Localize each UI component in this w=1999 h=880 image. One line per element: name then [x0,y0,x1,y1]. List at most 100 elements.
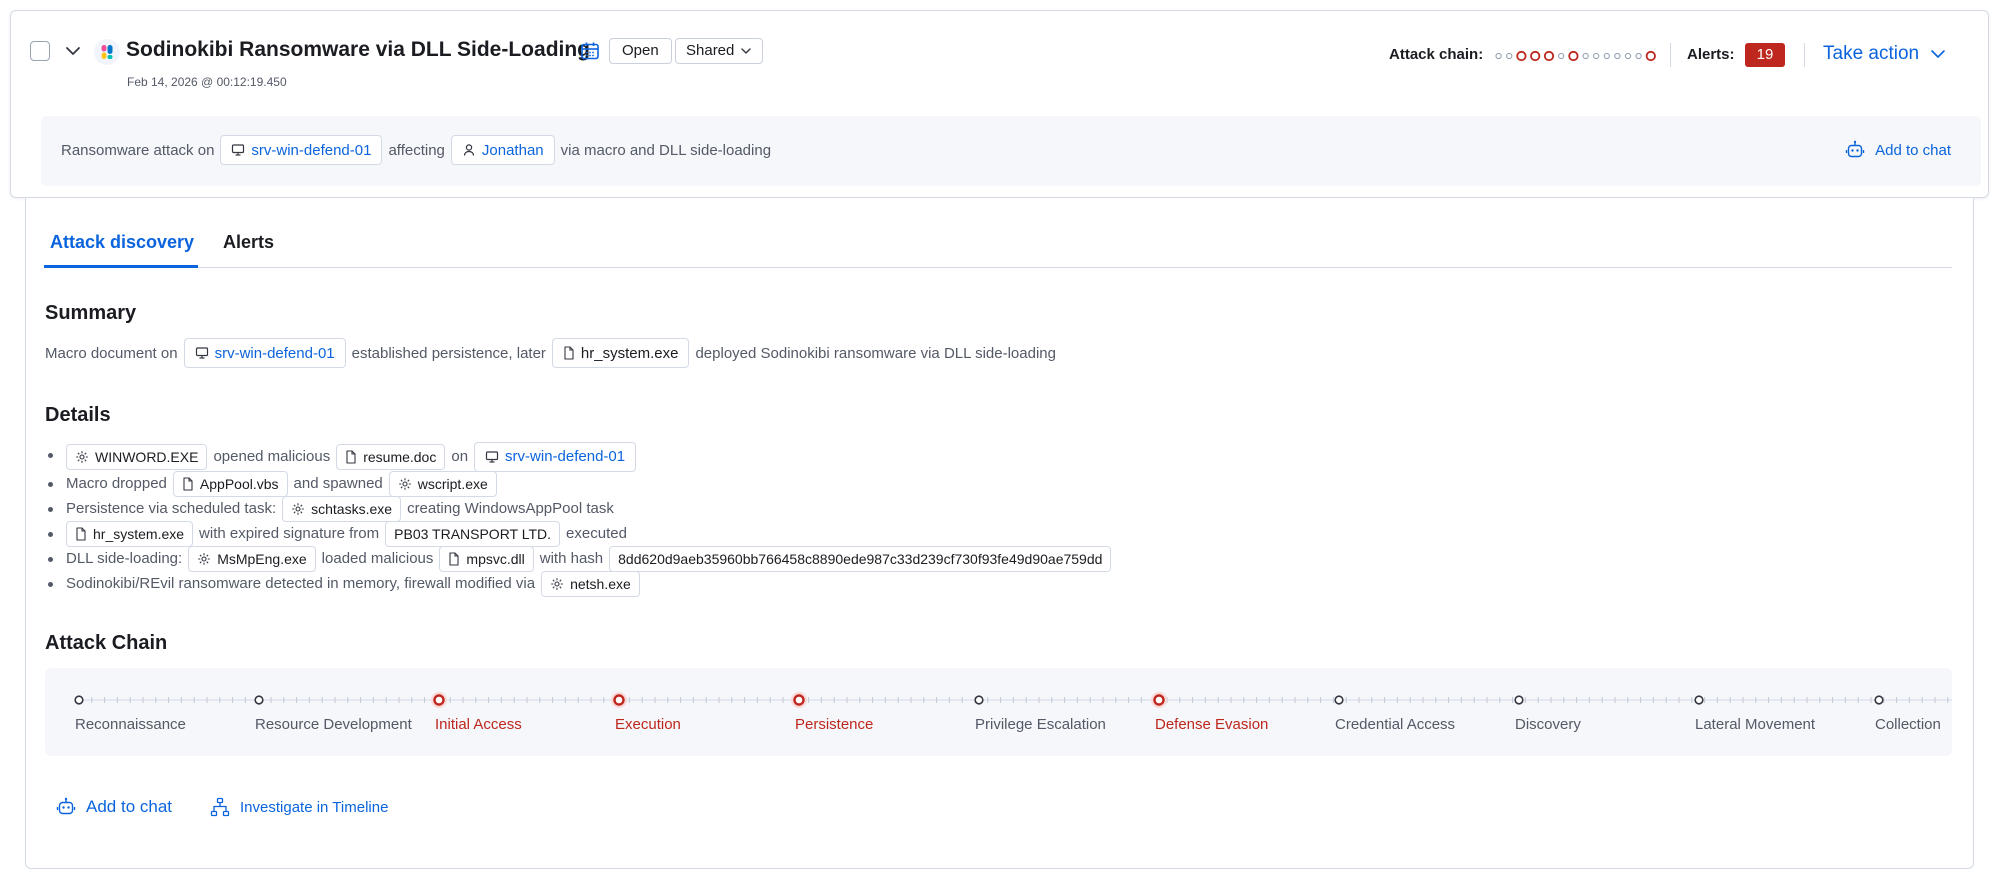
tactic-label: Discovery [1515,716,1581,733]
file-icon [449,551,459,566]
add-to-chat-button[interactable]: Add to chat [1845,140,1951,160]
file-chip[interactable]: mpsvc.dll [439,545,534,572]
file-chip[interactable]: resume.doc [336,443,446,470]
tactic-label: Execution [615,716,681,733]
mini-tactic [1506,52,1513,60]
monitor-icon [485,450,499,463]
gear-icon [292,502,304,515]
tactic-node-detected[interactable] [1153,694,1165,706]
mini-tactic [1558,52,1565,60]
gear-icon [398,477,411,490]
process-chip[interactable]: MsMpEng.exe [188,545,316,572]
host-chip[interactable]: srv-win-defend-01 [183,338,346,368]
gear-icon [198,552,210,565]
alerts-count-badge[interactable]: 19 [1745,43,1785,67]
monitor-icon [232,144,245,156]
detail-text: DLL side-loading: [66,550,183,567]
attack-chain-label: Attack chain: [1389,46,1484,63]
file-icon [346,449,356,464]
summary-text: affecting [388,141,445,159]
mini-tactic-detected [1543,50,1555,62]
user-chip[interactable]: Jonathan [450,135,555,165]
detail-text: creating WindowsAppPool task [407,500,614,517]
detail-text: on [451,448,469,465]
status-badge[interactable]: Open [609,38,672,64]
detail-text: opened malicious [213,448,331,465]
add-to-chat-label: Add to chat [86,797,173,816]
attack-discovery-header-card: Sodinokibi Ransomware via DLL Side-Loadi… [10,10,1989,198]
tactic-node[interactable] [1334,695,1344,705]
tactic-node[interactable] [1694,695,1704,705]
summary-text: deployed Sodinokibi ransomware via DLL s… [695,344,1056,362]
gear-icon [551,577,563,590]
timeline-icon [210,797,230,817]
process-name: WINWORD.EXE [95,448,199,465]
tactic-label: Lateral Movement [1695,716,1816,733]
tactic-node[interactable] [74,695,84,705]
host-name: srv-win-defend-01 [251,141,372,159]
process-name: netsh.exe [570,575,631,592]
tactic-label: Initial Access [435,716,522,733]
calendar-icon [581,42,599,60]
take-action-label: Take action [1823,43,1920,64]
tactic-label: Credential Access [1335,716,1456,733]
mini-tactic-detected [1530,50,1541,62]
process-chip[interactable]: WINWORD.EXE [66,443,208,470]
tactic-node[interactable] [974,695,984,705]
host-chip[interactable]: srv-win-defend-01 [220,135,383,165]
attack-chain: Reconnaissance Resource Development Initia… [45,668,1952,756]
user-name: Jonathan [481,141,544,159]
tactic-label: Defense Evasion [1155,716,1269,733]
select-checkbox[interactable] [30,41,50,61]
file-name: resume.doc [363,448,437,465]
add-to-chat-button[interactable]: Add to chat [56,797,172,817]
attack-chain-mini-indicator [1495,50,1656,62]
tab-attack-discovery[interactable]: Attack discovery [50,232,194,253]
gear-icon [76,450,88,463]
tab-bar: Attack discovery Alerts [44,218,1952,268]
chevron-down-icon [741,48,752,54]
detail-text: with expired signature from [199,525,380,542]
details-list: WINWORD.EXE opened malicious resume.doc … [48,441,1112,597]
add-to-chat-label: Add to chat [1875,141,1951,159]
take-action-button[interactable]: Take action [1823,43,1947,65]
tactic-label: Persistence [795,716,874,733]
bottom-actions: Add to chat Investigate in Timeline [56,797,388,817]
details-heading: Details [45,404,111,426]
file-chip[interactable]: hr_system.exe [551,338,690,368]
process-chip[interactable]: wscript.exe [388,470,497,497]
detail-text: Sodinokibi/REvil ransomware detected in … [66,575,536,592]
robot-icon [1845,140,1865,158]
page-title: Sodinokibi Ransomware via DLL Side-Loadi… [126,38,591,61]
tactic-node-detected[interactable] [793,694,805,706]
process-chip[interactable]: netsh.exe [541,570,640,597]
signer-chip[interactable]: PB03 TRANSPORT LTD. [385,520,561,547]
tactic-node[interactable] [254,695,264,705]
list-item: DLL side-loading: MsMpEng.exe loaded mal… [48,545,1112,572]
host-chip[interactable]: srv-win-defend-01 [474,441,637,472]
file-chip[interactable]: hr_system.exe [66,520,194,547]
process-chip[interactable]: schtasks.exe [282,495,402,522]
mini-tactic [1624,52,1632,60]
mini-tactic [1495,52,1502,60]
tactic-node[interactable] [1514,695,1524,705]
process-name: MsMpEng.exe [217,550,307,567]
user-icon [463,144,475,156]
list-item: hr_system.exe with expired signature fro… [48,520,1111,547]
list-item: Macro dropped AppPool.vbs and spawned ws… [48,470,1111,497]
divider [1670,43,1671,67]
tactic-node-detected[interactable] [613,694,625,706]
file-chip[interactable]: AppPool.vbs [172,470,288,497]
timestamp: Feb 14, 2026 @ 00:12:19.450 [127,75,287,89]
sharing-label: Shared [686,42,735,59]
chevron-down-icon[interactable] [61,39,85,63]
tab-alerts[interactable]: Alerts [223,232,274,253]
file-icon [76,526,86,541]
tactic-node-detected[interactable] [433,694,445,706]
hash-chip[interactable]: 8dd620d9aeb35960bb766458c8890ede987c33d2… [609,545,1112,572]
tactic-node[interactable] [1874,695,1884,705]
investigate-in-timeline-button[interactable]: Investigate in Timeline [210,797,388,817]
sharing-dropdown[interactable]: Shared [675,38,764,64]
detail-text: with hash [539,550,604,567]
robot-icon [56,797,76,815]
